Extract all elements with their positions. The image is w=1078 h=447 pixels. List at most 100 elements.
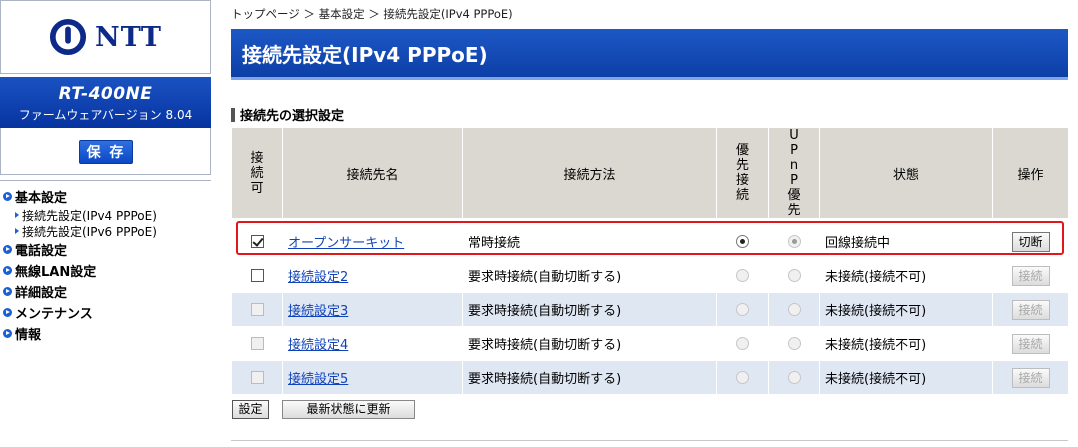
- model-name: RT-400NE: [58, 84, 153, 104]
- nav-arrow-icon: [3, 266, 12, 275]
- header-upnp-text: UPnP優先: [787, 128, 801, 218]
- nav-item-maintenance[interactable]: メンテナンス: [3, 302, 211, 323]
- nav-item-advanced-settings[interactable]: 詳細設定: [3, 281, 211, 302]
- table-body: オープンサーキット 常時接続 回線接続中 切断接続設定2 要求時接続(自動切断する) 未接…: [231, 218, 1069, 395]
- logo-text: NTT: [95, 21, 162, 53]
- cell-name: 接続設定3: [282, 292, 463, 327]
- nav-item-label: 基本設定: [15, 191, 68, 206]
- cell-upnp: [768, 258, 820, 293]
- cell-method: 要求時接続(自動切断する): [462, 326, 717, 361]
- cell-priority: [716, 360, 769, 395]
- nav-item-info[interactable]: 情報: [3, 323, 211, 344]
- cell-name: 接続設定4: [282, 326, 463, 361]
- nav-sub-label: 接続先設定(IPv4 PPPoE): [22, 208, 157, 223]
- nav-item-phone-settings[interactable]: 電話設定: [3, 239, 211, 260]
- table-row: オープンサーキット 常時接続 回線接続中 切断: [231, 224, 1069, 259]
- refresh-button[interactable]: 最新状態に更新: [282, 400, 415, 419]
- nav-arrow-icon: [3, 287, 12, 296]
- cell-upnp: [768, 224, 820, 259]
- priority-radio[interactable]: [736, 235, 749, 248]
- priority-radio[interactable]: [736, 371, 749, 384]
- section-mark: [231, 107, 235, 122]
- cell-name: 接続設定2: [282, 258, 463, 293]
- cell-status: 未接続(接続不可): [819, 258, 993, 293]
- nav-sub-ipv6-pppoe[interactable]: 接続先設定(IPv6 PPPoE): [3, 223, 211, 239]
- set-button[interactable]: 設定: [232, 400, 269, 419]
- upnp-radio[interactable]: [787, 269, 801, 282]
- header-priority: 優先接続: [716, 127, 769, 219]
- cell-status: 未接続(接続不可): [819, 360, 993, 395]
- header-name: 接続先名: [282, 127, 463, 219]
- connection-name-link[interactable]: 接続設定2: [288, 270, 348, 285]
- disconnect-button[interactable]: 切断: [1011, 231, 1050, 252]
- logo: NTT: [0, 0, 211, 74]
- cell-enable: [231, 360, 283, 395]
- nav-item-label: 電話設定: [15, 244, 68, 259]
- save-button[interactable]: 保 存: [79, 140, 133, 164]
- sidebar: NTT RT-400NE ファームウェアバージョン 8.04 保 存 基本設定 …: [0, 0, 212, 447]
- cell-status: 回線接続中: [819, 224, 993, 259]
- cell-method: 要求時接続(自動切断する): [462, 258, 717, 293]
- priority-radio[interactable]: [736, 303, 749, 316]
- cell-status: 未接続(接続不可): [819, 292, 993, 327]
- cell-action: 接続: [992, 326, 1069, 361]
- header-enable-text: 接続可: [250, 150, 264, 196]
- connect-button[interactable]: 接続: [1011, 333, 1050, 354]
- enable-checkbox[interactable]: [250, 371, 264, 384]
- nav-menu: 基本設定 接続先設定(IPv4 PPPoE) 接続先設定(IPv6 PPPoE)…: [3, 186, 211, 344]
- table-row: 接続設定3 要求時接続(自動切断する) 未接続(接続不可) 接続: [231, 292, 1069, 327]
- cell-priority: [716, 292, 769, 327]
- cell-name: オープンサーキット: [282, 224, 463, 259]
- enable-checkbox[interactable]: [250, 303, 264, 316]
- enable-checkbox[interactable]: [250, 337, 264, 350]
- connection-name-link[interactable]: 接続設定3: [288, 304, 348, 319]
- enable-checkbox[interactable]: [250, 269, 264, 282]
- header-action: 操作: [992, 127, 1069, 219]
- nav-item-basic-settings[interactable]: 基本設定: [3, 186, 211, 207]
- enable-checkbox[interactable]: [250, 235, 264, 248]
- connect-button[interactable]: 接続: [1011, 367, 1050, 388]
- nav-sub-label: 接続先設定(IPv6 PPPoE): [22, 224, 157, 239]
- page-title: 接続先設定(IPv4 PPPoE): [242, 43, 488, 67]
- upnp-radio[interactable]: [787, 371, 801, 384]
- nav-sub-ipv4-pppoe[interactable]: 接続先設定(IPv4 PPPoE): [3, 207, 211, 223]
- ntt-logo-icon: [49, 18, 87, 56]
- priority-radio[interactable]: [736, 269, 749, 282]
- header-upnp: UPnP優先: [768, 127, 820, 219]
- breadcrumb: トップページ ＞ 基本設定 ＞ 接続先設定(IPv4 PPPoE): [231, 7, 513, 21]
- nav-arrow-icon: [3, 308, 12, 317]
- cell-enable: [231, 224, 283, 259]
- nav-item-label: 無線LAN設定: [15, 265, 97, 280]
- header-method: 接続方法: [462, 127, 717, 219]
- table-row: 接続設定4 要求時接続(自動切断する) 未接続(接続不可) 接続: [231, 326, 1069, 361]
- connect-button[interactable]: 接続: [1011, 265, 1050, 286]
- cell-status: 未接続(接続不可): [819, 326, 993, 361]
- nav-arrow-icon: [3, 245, 12, 254]
- title-bar: 接続先設定(IPv4 PPPoE): [231, 29, 1068, 80]
- cell-enable: [231, 292, 283, 327]
- cell-method: 要求時接続(自動切断する): [462, 360, 717, 395]
- connect-button[interactable]: 接続: [1011, 299, 1050, 320]
- upnp-radio[interactable]: [787, 235, 801, 248]
- upnp-radio[interactable]: [787, 337, 801, 350]
- cell-upnp: [768, 292, 820, 327]
- nav-item-label: メンテナンス: [15, 307, 93, 322]
- cell-enable: [231, 326, 283, 361]
- header-enable: 接続可: [231, 127, 283, 219]
- connection-name-link[interactable]: オープンサーキット: [288, 236, 404, 251]
- priority-radio[interactable]: [736, 337, 749, 350]
- nav-arrow-icon: [3, 192, 12, 201]
- nav-item-wireless-lan[interactable]: 無線LAN設定: [3, 260, 211, 281]
- upnp-radio[interactable]: [787, 303, 801, 316]
- header-priority-text: 優先接続: [735, 143, 749, 203]
- divider: [231, 440, 1068, 441]
- connection-name-link[interactable]: 接続設定4: [288, 338, 348, 353]
- cell-action: 接続: [992, 360, 1069, 395]
- cell-priority: [716, 224, 769, 259]
- header-status: 状態: [819, 127, 993, 219]
- nav-item-label: 詳細設定: [15, 286, 68, 301]
- section-title-text: 接続先の選択設定: [240, 109, 345, 124]
- section-title: 接続先の選択設定: [231, 105, 344, 124]
- divider: [0, 180, 211, 181]
- connection-name-link[interactable]: 接続設定5: [288, 372, 348, 387]
